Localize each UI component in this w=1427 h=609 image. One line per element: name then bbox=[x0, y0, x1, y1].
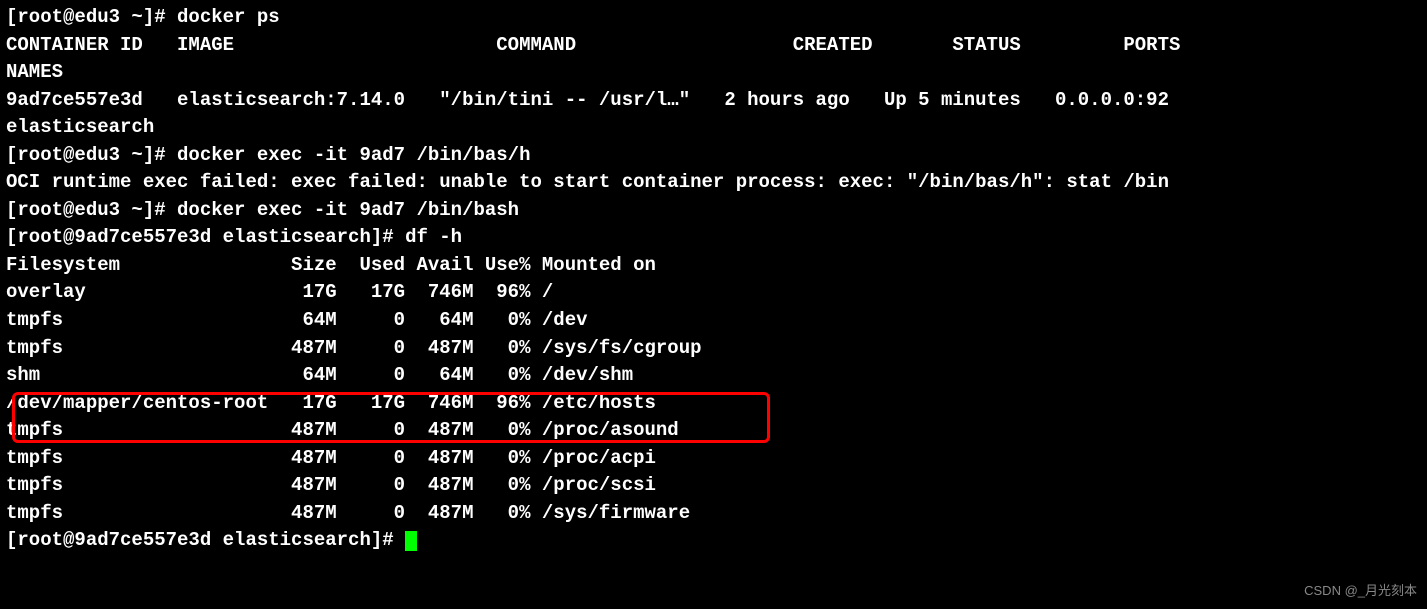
terminal-line-prompt[interactable]: [root@9ad7ce557e3d elasticsearch]# bbox=[6, 527, 1421, 555]
cursor-icon bbox=[405, 531, 417, 551]
terminal-line-df-row: tmpfs 487M 0 487M 0% /sys/firmware bbox=[6, 500, 1421, 528]
terminal-line-df-row: tmpfs 487M 0 487M 0% /proc/acpi bbox=[6, 445, 1421, 473]
terminal-line-header: CONTAINER ID IMAGE COMMAND CREATED STATU… bbox=[6, 32, 1421, 60]
terminal-line-df-row: tmpfs 64M 0 64M 0% /dev bbox=[6, 307, 1421, 335]
terminal-line-df-header: Filesystem Size Used Avail Use% Mounted … bbox=[6, 252, 1421, 280]
terminal-line-error: OCI runtime exec failed: exec failed: un… bbox=[6, 169, 1421, 197]
terminal-line-header: NAMES bbox=[6, 59, 1421, 87]
terminal-line-df-row: shm 64M 0 64M 0% /dev/shm bbox=[6, 362, 1421, 390]
terminal-line-df-row: tmpfs 487M 0 487M 0% /proc/scsi bbox=[6, 472, 1421, 500]
terminal-line-df-row: tmpfs 487M 0 487M 0% /proc/asound bbox=[6, 417, 1421, 445]
terminal-line-command: [root@9ad7ce557e3d elasticsearch]# df -h bbox=[6, 224, 1421, 252]
terminal-line-command: [root@edu3 ~]# docker exec -it 9ad7 /bin… bbox=[6, 142, 1421, 170]
prompt-text: [root@9ad7ce557e3d elasticsearch]# bbox=[6, 529, 405, 551]
terminal-line-command: [root@edu3 ~]# docker ps bbox=[6, 4, 1421, 32]
terminal-line-df-row: overlay 17G 17G 746M 96% / bbox=[6, 279, 1421, 307]
terminal-line-container-name: elasticsearch bbox=[6, 114, 1421, 142]
terminal-line-df-row-highlighted: /dev/mapper/centos-root 17G 17G 746M 96%… bbox=[6, 390, 1421, 418]
terminal-line-df-row: tmpfs 487M 0 487M 0% /sys/fs/cgroup bbox=[6, 335, 1421, 363]
terminal-line-command: [root@edu3 ~]# docker exec -it 9ad7 /bin… bbox=[6, 197, 1421, 225]
terminal-line-container-row: 9ad7ce557e3d elasticsearch:7.14.0 "/bin/… bbox=[6, 87, 1421, 115]
watermark-text: CSDN @_月光刻本 bbox=[1304, 582, 1417, 601]
